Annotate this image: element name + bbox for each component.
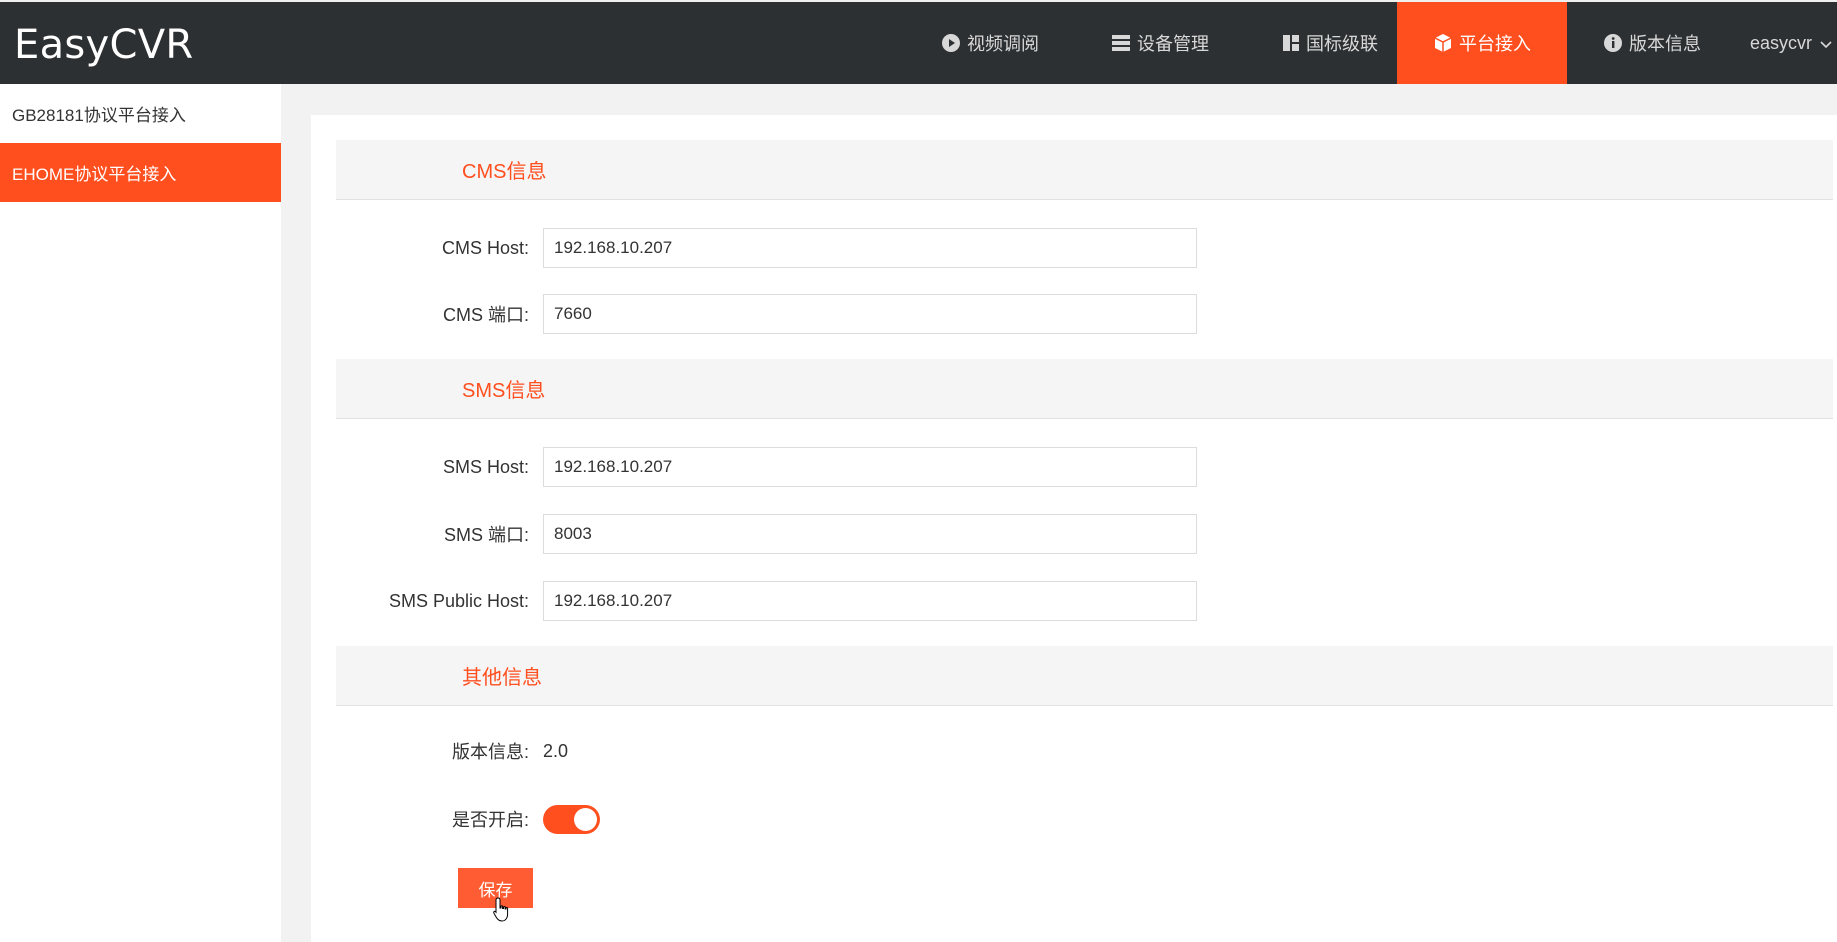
cms-host-label: CMS Host: (441, 237, 529, 258)
nav-label: 设备管理 (1137, 34, 1209, 54)
nav-label: 国标级联 (1306, 34, 1378, 54)
sms-public-host-input[interactable] (543, 581, 1197, 621)
sidebar-item-ehome[interactable]: EHOME协议平台接入 (0, 143, 281, 202)
sms-host-row: SMS Host: (311, 447, 1837, 487)
cms-section-header: CMS信息 (336, 140, 1833, 200)
section-title: SMS信息 (462, 380, 546, 402)
cube-icon (1433, 33, 1453, 53)
enabled-toggle[interactable] (543, 805, 600, 834)
sms-host-label: SMS Host: (442, 456, 529, 477)
nav-gb-cascade[interactable]: 国标级联 (1245, 2, 1415, 84)
sms-port-input[interactable] (543, 514, 1197, 554)
toggle-knob (574, 808, 597, 831)
nav-device-management[interactable]: 设备管理 (1075, 2, 1245, 84)
ehome-settings-panel: CMS信息 CMS Host: CMS 端口: SMS信息 SMS Host: … (311, 115, 1837, 942)
nav-label: 视频调阅 (967, 34, 1039, 54)
version-label: 版本信息: (451, 742, 529, 762)
other-section-header: 其他信息 (336, 646, 1833, 706)
server-icon (1111, 34, 1131, 52)
grid-icon (1282, 34, 1300, 52)
sms-host-input[interactable] (543, 447, 1197, 487)
nav-label: 版本信息 (1629, 34, 1701, 54)
chevron-down-icon (1820, 33, 1832, 54)
sms-port-row: SMS 端口: (311, 514, 1837, 554)
section-title: 其他信息 (462, 667, 542, 689)
info-circle-icon (1603, 33, 1623, 53)
hand-cursor-icon (493, 897, 511, 928)
cms-port-row: CMS 端口: (311, 294, 1837, 334)
user-name: easycvr (1750, 32, 1813, 53)
sms-public-host-label: SMS Public Host: (388, 590, 529, 611)
play-circle-icon (941, 33, 961, 53)
enabled-row: 是否开启: (311, 799, 1837, 839)
nav-version-info[interactable]: 版本信息 (1567, 2, 1737, 84)
nav-label: 平台接入 (1459, 34, 1531, 54)
top-bar: EasyCVR 视频调阅 设备管理 国标级联 平台接入 版本信息 easycvr (0, 0, 1837, 84)
section-title: CMS信息 (462, 161, 547, 183)
version-value: 2.0 (543, 740, 569, 761)
version-row: 版本信息: 2.0 (311, 731, 1837, 771)
sms-public-host-row: SMS Public Host: (311, 581, 1837, 621)
cms-host-input[interactable] (543, 228, 1197, 268)
sidebar-item-gb28181[interactable]: GB28181协议平台接入 (0, 84, 281, 143)
sidebar: GB28181协议平台接入 EHOME协议平台接入 (0, 84, 281, 942)
user-menu[interactable]: easycvr (1750, 2, 1832, 84)
cms-port-input[interactable] (543, 294, 1197, 334)
sms-port-label: SMS 端口: (443, 525, 529, 545)
sms-section-header: SMS信息 (336, 359, 1833, 419)
cms-port-label: CMS 端口: (442, 305, 529, 325)
nav-video-browse[interactable]: 视频调阅 (905, 2, 1075, 84)
brand-logo: EasyCVR (14, 22, 194, 68)
cms-host-row: CMS Host: (311, 228, 1837, 268)
enabled-label: 是否开启: (451, 810, 529, 830)
nav-platform-access[interactable]: 平台接入 (1397, 2, 1567, 84)
